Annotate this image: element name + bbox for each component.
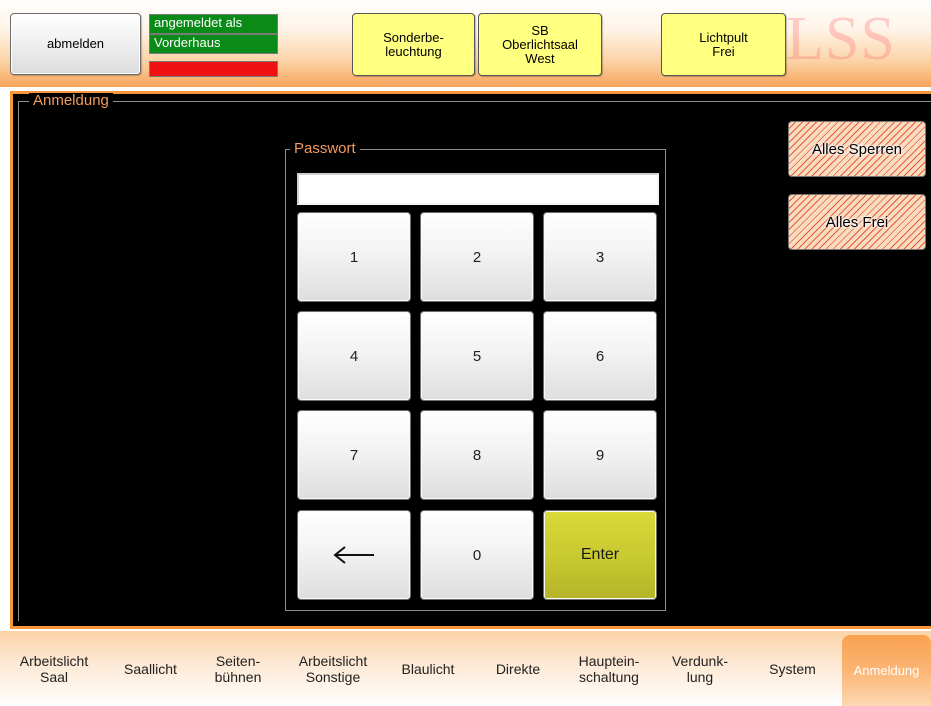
tab-work-light-other[interactable]: Arbeitslicht Sonstige — [283, 631, 383, 706]
free-all-button[interactable]: Alles Frei — [788, 194, 926, 250]
password-group-legend: Passwort — [290, 141, 360, 157]
special-lighting-button[interactable]: Sonderbe- leuchtung — [352, 13, 475, 76]
key-1[interactable]: 1 — [297, 212, 411, 302]
tab-login[interactable]: Anmeldung — [842, 635, 931, 706]
left-arrow-icon — [332, 545, 376, 565]
status-red-bar — [150, 62, 277, 76]
password-input[interactable] — [297, 173, 659, 205]
login-user: Vorderhaus — [149, 34, 278, 54]
key-0[interactable]: 0 — [420, 510, 534, 600]
login-group-legend: Anmeldung — [29, 93, 113, 109]
enter-key[interactable]: Enter — [543, 510, 657, 600]
sb-skylight-hall-west-button[interactable]: SB Oberlichtsaal West — [478, 13, 602, 76]
backspace-key[interactable] — [297, 510, 411, 600]
lighting-console-button[interactable]: Lichtpult Frei — [661, 13, 786, 76]
tab-blue-light[interactable]: Blaulicht — [383, 631, 473, 706]
tab-work-light-hall[interactable]: Arbeitslicht Saal — [0, 631, 108, 706]
status-indicator — [149, 61, 278, 77]
key-6[interactable]: 6 — [543, 311, 657, 401]
key-9[interactable]: 9 — [543, 410, 657, 500]
key-2[interactable]: 2 — [420, 212, 534, 302]
header-bar: abmelden angemeldet als Vorderhaus Sonde… — [0, 0, 931, 87]
status-user-name: Vorderhaus — [150, 35, 277, 53]
key-5[interactable]: 5 — [420, 311, 534, 401]
key-8[interactable]: 8 — [420, 410, 534, 500]
key-7[interactable]: 7 — [297, 410, 411, 500]
tab-side-stages[interactable]: Seiten- bühnen — [193, 631, 283, 706]
tab-main-switch[interactable]: Hauptein- schaltung — [563, 631, 655, 706]
lss-logo: LSS — [786, 5, 896, 73]
lock-all-button[interactable]: Alles Sperren — [788, 121, 926, 177]
login-status: angemeldet als — [149, 14, 278, 34]
key-4[interactable]: 4 — [297, 311, 411, 401]
logout-button[interactable]: abmelden — [10, 13, 141, 75]
tab-direct[interactable]: Direkte — [473, 631, 563, 706]
tab-darkening[interactable]: Verdunk- lung — [655, 631, 745, 706]
tab-hall-light[interactable]: Saallicht — [108, 631, 193, 706]
tab-system[interactable]: System — [745, 631, 840, 706]
tab-bar: Arbeitslicht Saal Saallicht Seiten- bühn… — [0, 631, 931, 706]
status-logged-in-as: angemeldet als — [150, 15, 277, 33]
key-3[interactable]: 3 — [543, 212, 657, 302]
